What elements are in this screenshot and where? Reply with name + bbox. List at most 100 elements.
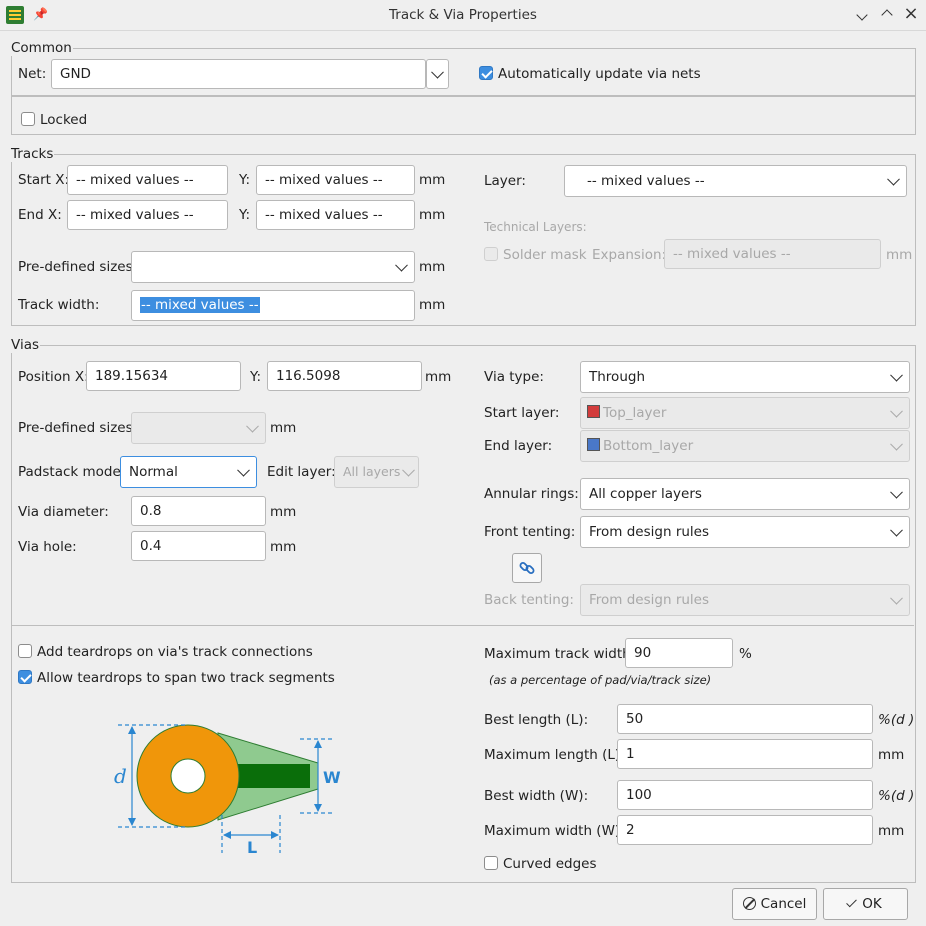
via-diameter-unit: mm <box>270 504 297 520</box>
padstack-mode-value: Normal <box>129 464 178 480</box>
start-y-label: Y: <box>239 172 251 188</box>
via-diameter-label: Via diameter: <box>18 504 109 520</box>
tracks-group-label: Tracks <box>10 146 55 162</box>
max-width-input[interactable]: 2 <box>617 815 873 845</box>
start-unit: mm <box>419 172 446 188</box>
via-hole-unit: mm <box>270 539 297 555</box>
front-tenting-select[interactable]: From design rules <box>580 516 910 548</box>
solder-mask-checkbox[interactable] <box>484 247 498 261</box>
link-icon <box>519 562 535 574</box>
span-teardrops-label: Allow teardrops to span two track segmen… <box>37 670 335 686</box>
edit-layer-value: All layers <box>343 464 401 479</box>
cancel-icon <box>742 897 756 910</box>
best-length-label: Best length (L): <box>484 712 589 728</box>
net-label: Net: <box>18 66 47 82</box>
track-width-input[interactable]: -- mixed values -- <box>131 290 415 321</box>
track-width-label: Track width: <box>18 297 100 313</box>
link-tenting-button[interactable] <box>512 553 542 583</box>
expansion-input[interactable]: -- mixed values -- <box>664 239 881 269</box>
diagram-l-label: L <box>247 838 257 857</box>
via-hole-input[interactable]: 0.4 <box>131 531 266 561</box>
cancel-button[interactable]: Cancel <box>732 888 817 920</box>
max-length-unit: mm <box>878 747 905 763</box>
locked-group <box>11 96 916 135</box>
track-predefined-sizes-select[interactable] <box>131 251 415 283</box>
span-teardrops-checkbox[interactable] <box>18 670 32 684</box>
via-diameter-input[interactable]: 0.8 <box>131 496 266 526</box>
edit-layer-label: Edit layer: <box>267 464 336 480</box>
max-track-width-unit: % <box>739 646 752 662</box>
annular-rings-value: All copper layers <box>589 486 702 502</box>
vias-group-label: Vias <box>10 337 40 353</box>
auto-update-checkbox[interactable] <box>479 66 493 80</box>
ok-label: OK <box>862 896 882 912</box>
start-y-input[interactable]: -- mixed values -- <box>256 165 415 195</box>
end-y-input[interactable]: -- mixed values -- <box>256 200 415 230</box>
position-y-input[interactable]: 116.5098 <box>267 361 422 391</box>
position-x-input[interactable]: 189.15634 <box>86 361 241 391</box>
predefined-sizes-label: Pre-defined sizes: <box>18 259 138 275</box>
technical-layers-label: Technical Layers: <box>484 220 587 234</box>
start-layer-select[interactable]: Top_layer <box>580 397 910 429</box>
max-length-input[interactable]: 1 <box>617 739 873 769</box>
padstack-mode-select[interactable]: Normal <box>120 456 257 488</box>
start-x-label: Start X: <box>18 172 70 188</box>
max-width-unit: mm <box>878 823 905 839</box>
via-hole-label: Via hole: <box>18 539 77 555</box>
via-predefined-unit: mm <box>270 420 297 436</box>
expansion-label: Expansion: <box>592 247 667 263</box>
annular-rings-label: Annular rings: <box>484 486 579 502</box>
max-track-width-label: Maximum track width: <box>484 646 636 662</box>
net-input[interactable]: GND <box>51 59 426 89</box>
via-predefined-sizes-select[interactable] <box>131 412 266 444</box>
end-x-input[interactable]: -- mixed values -- <box>67 200 228 230</box>
position-x-label: Position X: <box>18 369 89 385</box>
bottom-layer-swatch <box>587 438 600 451</box>
track-width-value: -- mixed values -- <box>140 297 260 313</box>
start-x-input[interactable]: -- mixed values -- <box>67 165 228 195</box>
edit-layer-select[interactable]: All layers <box>334 456 419 488</box>
best-width-label: Best width (W): <box>484 788 589 804</box>
max-width-label: Maximum width (W): <box>484 823 625 839</box>
end-x-label: End X: <box>18 207 62 223</box>
via-drill <box>170 758 206 794</box>
check-icon <box>846 896 858 908</box>
diagram-d-label: d <box>114 764 127 788</box>
layer-value: -- mixed values -- <box>587 173 705 189</box>
auto-update-label: Automatically update via nets <box>498 66 701 82</box>
close-icon[interactable]: × <box>901 4 921 24</box>
track-width-unit: mm <box>419 297 446 313</box>
best-width-unit: %(d ) <box>878 788 915 804</box>
padstack-mode-label: Padstack mode: <box>18 464 126 480</box>
minimize-icon[interactable] <box>852 4 872 24</box>
layer-select[interactable]: -- mixed values -- <box>564 165 907 197</box>
back-tenting-value: From design rules <box>589 592 710 608</box>
add-teardrops-checkbox[interactable] <box>18 644 32 658</box>
max-track-width-input[interactable]: 90 <box>625 638 733 668</box>
via-type-select[interactable]: Through <box>580 361 910 393</box>
position-unit: mm <box>425 369 452 385</box>
best-length-input[interactable]: 50 <box>617 704 873 734</box>
back-tenting-label: Back tenting: <box>484 592 574 608</box>
end-layer-label: End layer: <box>484 438 553 454</box>
maximize-icon[interactable] <box>877 4 897 24</box>
annular-rings-select[interactable]: All copper layers <box>580 478 910 510</box>
best-length-unit: %(d ) <box>878 712 915 728</box>
start-layer-value: Top_layer <box>603 405 667 421</box>
front-tenting-label: Front tenting: <box>484 524 576 540</box>
end-layer-select[interactable]: Bottom_layer <box>580 430 910 462</box>
expansion-unit: mm <box>886 247 913 263</box>
percentage-note: (as a percentage of pad/via/track size) <box>489 673 712 687</box>
via-type-value: Through <box>589 369 645 385</box>
top-layer-swatch <box>587 405 600 418</box>
curved-edges-label: Curved edges <box>503 856 597 872</box>
best-width-input[interactable]: 100 <box>617 780 873 810</box>
net-dropdown-button[interactable] <box>426 59 449 89</box>
layer-label: Layer: <box>484 173 526 189</box>
end-unit: mm <box>419 207 446 223</box>
locked-checkbox[interactable] <box>21 112 35 126</box>
ok-button[interactable]: OK <box>823 888 908 920</box>
back-tenting-select[interactable]: From design rules <box>580 584 910 616</box>
max-length-label: Maximum length (L): <box>484 747 625 763</box>
curved-edges-checkbox[interactable] <box>484 856 498 870</box>
